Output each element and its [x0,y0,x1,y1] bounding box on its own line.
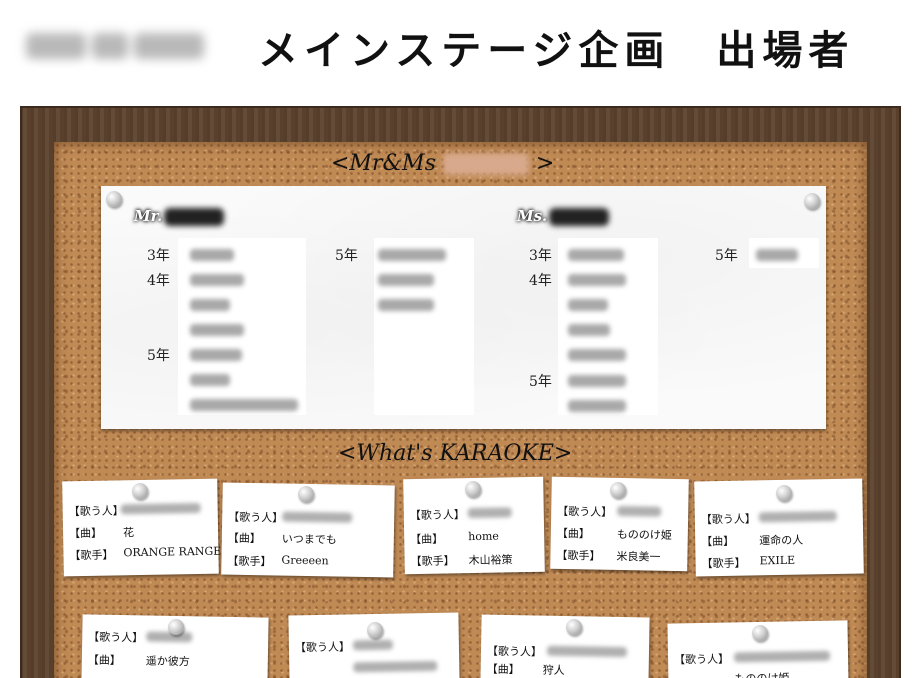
blurred-logo [26,26,216,66]
song-label: 【曲】 [486,662,520,677]
ms-grade-5-col2: 5年 [715,248,738,264]
blurred-name [756,249,798,261]
blurred-name [568,324,610,336]
singer-label: 【歌う人】 [486,644,543,659]
blurred-name [190,324,244,336]
ms-grade-3: 3年 [529,248,552,264]
pushpin-icon [752,625,768,641]
song-title: もののけ姫 [734,669,789,678]
blurred-name [568,400,626,412]
artist-name: ORANGE RANGE [123,544,222,560]
singer-label: 【歌う人】 [673,652,730,667]
ms-label-text: Ms. [517,207,548,225]
singer-label: 【歌う人】 [68,504,124,519]
blurred-singer [733,650,831,663]
song-label: 【曲】 [227,531,261,546]
singer-label: 【歌う人】 [228,510,284,525]
blurred-singer [120,502,201,515]
blurred-name [568,249,624,261]
blurred-singer [352,639,393,651]
mr-label-text: Mr. [134,207,163,225]
artist-name: 木山裕策 [468,553,513,568]
pushpin-icon [566,619,582,635]
singer-label: 【歌う人】 [294,640,351,655]
singer-label: 【歌う人】 [88,630,144,645]
blurred-name [190,299,230,311]
pushpin-icon [168,619,184,635]
blurred-singer [146,631,193,643]
mr-label: Mr. [134,207,225,226]
blurred-singer [546,645,628,658]
blurred-name [378,299,434,311]
blurred-name [190,249,234,261]
artist-name: 米良美一 [616,549,661,564]
mr-name-column-2 [374,238,474,415]
blurred-name [190,349,242,361]
pushpin-icon [106,191,122,207]
artist-label: 【歌手】 [227,554,272,569]
song-title: 狩人 [542,663,565,677]
blurred-singer [758,510,837,523]
ms-label: Ms. [517,207,610,226]
song-label: 【曲】 [410,532,444,547]
blurred-name [378,274,434,286]
blurred-singer [467,507,512,519]
song-title: 花 [122,526,135,540]
song-title: いつまでも [281,532,337,547]
blurred-name [378,249,446,261]
song-title: もののけ姫 [616,527,672,542]
karaoke-note: 【歌う人】 【曲】 狩人 [480,614,650,678]
artist-name: EXILE [759,553,796,568]
mr-grade-5-col2: 5年 [335,248,358,264]
artist-label: 【歌手】 [69,548,114,563]
blurred-label [549,208,610,226]
blurred-name [190,399,298,411]
mr-grade-4: 4年 [147,273,170,289]
artist-label: 【歌手】 [701,556,746,571]
song-label: 【曲】 [87,653,121,668]
artist-label: 【歌手】 [410,554,455,569]
song-label: 【曲】 [556,526,590,541]
mrms-heading: <Mr&Ms > [331,151,554,176]
blurred-event-name [442,153,529,175]
mrms-heading-prefix: <Mr&Ms [331,151,436,176]
blurred-singer [282,511,353,523]
pushpin-icon [298,486,314,502]
blurred-name [190,274,244,286]
song-title: 運命の人 [759,533,804,548]
pushpin-icon [132,483,148,499]
singer-label: 【歌う人】 [409,508,465,523]
blurred-label [164,208,225,226]
blurred-name [568,349,626,361]
song-label: 【曲】 [68,526,103,541]
singer-label: 【歌う人】 [557,504,613,519]
blurred-name [190,374,230,386]
ms-grade-4: 4年 [529,273,552,289]
pushpin-icon [610,482,626,498]
song-label: 【曲】 [701,534,735,549]
pushpin-icon [776,485,792,501]
mrms-heading-suffix: > [535,151,555,176]
pushpin-icon [804,193,820,209]
blurred-singer [617,505,662,517]
page-title: メインステージ企画 出場者 [258,27,855,74]
karaoke-heading: <What's KARAOKE> [338,441,573,466]
singer-label: 【歌う人】 [700,512,756,527]
song-title: 遥か彼方 [145,654,190,669]
artist-name: Greeeen [281,553,329,568]
blurred-song [353,660,438,673]
blurred-name [568,375,626,387]
song-title: home [468,529,499,544]
mr-grade-5: 5年 [147,348,170,364]
blurred-name [568,274,626,286]
artist-label: 【歌手】 [556,548,601,563]
pushpin-icon [465,481,481,497]
pushpin-icon [367,622,383,638]
ms-grade-5: 5年 [529,374,552,390]
mr-grade-3: 3年 [147,248,170,264]
blurred-name [568,299,608,311]
